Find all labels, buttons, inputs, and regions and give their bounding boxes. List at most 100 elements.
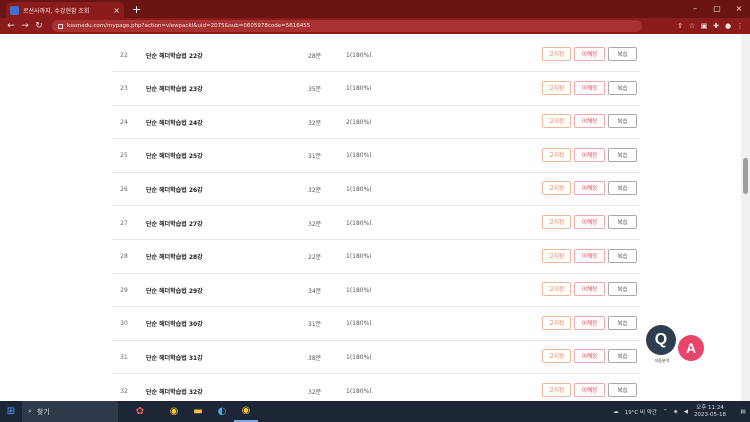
lesson-number: 32 [120, 387, 128, 395]
lesson-button-1[interactable]: 고지정 [542, 315, 571, 330]
lesson-button-2[interactable]: 이해정 [574, 181, 605, 196]
lesson-duration: 32분 [308, 186, 322, 194]
lesson-title: 단순 헤더학습법 29강 [146, 287, 203, 295]
file-explorer-icon[interactable]: ▬ [186, 401, 210, 422]
lesson-row: 24 단순 헤더학습법 24강 32분 2(180%) 고지정 이해정 복습 [112, 105, 640, 140]
lesson-title: 단순 헤더학습법 24강 [146, 119, 203, 127]
windows-start-icon[interactable]: ⊞ [0, 401, 22, 422]
lesson-button-1[interactable]: 고지정 [542, 147, 571, 162]
lesson-button-2[interactable]: 이해정 [574, 114, 605, 129]
lesson-button-1[interactable]: 고지정 [542, 349, 571, 364]
lesson-duration: 28분 [308, 52, 322, 60]
lesson-title: 단순 헤더학습법 25강 [146, 153, 203, 161]
new-tab-button[interactable]: + [132, 3, 141, 16]
lesson-button-2[interactable]: 이해정 [574, 248, 605, 263]
lesson-button-2[interactable]: 이해정 [574, 315, 605, 330]
lesson-row: 27 단순 헤더학습법 27강 32분 1(180%) 고지정 이해정 복습 [112, 206, 640, 240]
review-button[interactable]: 복습 [608, 315, 637, 330]
lesson-title: 단순 헤더학습법 22강 [146, 52, 203, 60]
lesson-row: 25 단순 헤더학습법 25강 31분 1(180%) 고지정 이해정 복습 [112, 139, 640, 173]
lesson-view-count: 2(180%) [346, 118, 372, 126]
ext-icon[interactable]: ▣ [698, 19, 710, 33]
maximize-button[interactable]: ▢ [706, 0, 728, 16]
back-arrow-icon[interactable]: ← [4, 19, 18, 33]
star-icon[interactable]: ☆ [686, 19, 698, 33]
lesson-duration: 38분 [308, 354, 322, 362]
lesson-button-2[interactable]: 이해정 [574, 383, 605, 397]
lesson-button-1[interactable]: 고지정 [542, 248, 571, 263]
lesson-number: 22 [120, 51, 128, 59]
lesson-button-2[interactable]: 이해정 [574, 47, 605, 61]
lesson-title: 단순 헤더학습법 31강 [146, 354, 203, 362]
lesson-row: 32 단순 헤더학습법 32강 32분 1(180%) 고지정 이해정 복습 [112, 374, 640, 401]
lesson-title: 단순 헤더학습법 28강 [146, 254, 203, 262]
weather-text[interactable]: 19°C 비 약간 [625, 408, 657, 416]
lesson-view-count: 1(180%) [346, 219, 372, 227]
lesson-view-count: 1(180%) [346, 387, 372, 395]
window-controls: – ▢ × [684, 0, 750, 16]
chrome-active-icon[interactable]: ◉ [234, 401, 258, 422]
profile-icon[interactable]: ● [722, 19, 734, 33]
lesson-button-1[interactable]: 고지정 [542, 383, 571, 397]
scroll-thumb[interactable] [743, 158, 748, 194]
notification-icon[interactable]: ▤ [736, 401, 750, 422]
lesson-button-1[interactable]: 고지정 [542, 181, 571, 196]
lesson-duration: 32분 [308, 388, 322, 396]
page-scrollbar[interactable] [741, 34, 750, 401]
review-button[interactable]: 복습 [608, 282, 637, 297]
close-window-button[interactable]: × [728, 0, 750, 16]
lesson-row: 28 단순 헤더학습법 28강 22분 1(180%) 고지정 이해정 복습 [112, 240, 640, 274]
lesson-duration: 22분 [308, 254, 322, 262]
lesson-number: 30 [120, 320, 128, 328]
lesson-button-1[interactable]: 고지정 [542, 47, 571, 61]
lesson-view-count: 1(180%) [346, 51, 372, 59]
lesson-button-2[interactable]: 이해정 [574, 80, 605, 95]
lesson-view-count: 1(180%) [346, 85, 372, 93]
lock-icon[interactable] [58, 23, 63, 29]
edge-icon[interactable]: ◐ [210, 401, 234, 422]
forward-arrow-icon[interactable]: → [18, 19, 32, 33]
lesson-view-count: 1(180%) [346, 152, 372, 160]
review-button[interactable]: 복습 [608, 47, 637, 61]
review-button[interactable]: 복습 [608, 147, 637, 162]
chrome-icon[interactable]: ◉ [162, 401, 186, 422]
lesson-button-1[interactable]: 고지정 [542, 80, 571, 95]
clock[interactable]: 오후 11:24 2023-05-18 [694, 405, 732, 419]
lesson-row: 22 단순 헤더학습법 22강 28분 1(180%) 고지정 이해정 복습 [112, 38, 640, 72]
review-button[interactable]: 복습 [608, 114, 637, 129]
lesson-button-2[interactable]: 이해정 [574, 215, 605, 229]
lesson-button-2[interactable]: 이해정 [574, 147, 605, 162]
menu-icon[interactable]: ⋮ [734, 19, 746, 33]
lesson-button-2[interactable]: 이해정 [574, 349, 605, 364]
review-button[interactable]: 복습 [608, 248, 637, 263]
lesson-number: 26 [120, 185, 128, 193]
weather-icon[interactable]: ☁ [613, 409, 619, 415]
qa-a-icon: A [678, 335, 704, 361]
taskbar-search-placeholder: 찾기 [36, 407, 50, 416]
share-icon[interactable]: ⇪ [674, 19, 686, 33]
browser-tab[interactable]: 르선사까지, 수강현황 조회 × [6, 2, 124, 18]
minimize-button[interactable]: – [684, 0, 706, 16]
network-icon[interactable]: ◈ [674, 409, 678, 415]
lesson-number: 25 [120, 152, 128, 160]
lesson-button-1[interactable]: 고지정 [542, 114, 571, 129]
qa-widget[interactable]: Q A 자동분석 [646, 325, 708, 373]
lesson-button-1[interactable]: 고지정 [542, 282, 571, 297]
address-bar[interactable]: kssmedu.com/mypage.php?action=viewpackl&… [52, 20, 642, 32]
review-button[interactable]: 복습 [608, 181, 637, 196]
volume-icon[interactable]: ◀ [684, 409, 688, 415]
lesson-view-count: 1(180%) [346, 320, 372, 328]
review-button[interactable]: 복습 [608, 349, 637, 364]
reload-icon[interactable]: ↻ [32, 19, 46, 33]
lesson-button-1[interactable]: 고지정 [542, 215, 571, 229]
taskbar-search[interactable]: ⌕ 찾기 [22, 401, 118, 422]
taskbar-app-widget[interactable]: ✿ [118, 401, 162, 422]
lesson-number: 28 [120, 253, 128, 261]
review-button[interactable]: 복습 [608, 80, 637, 95]
lesson-button-2[interactable]: 이해정 [574, 282, 605, 297]
review-button[interactable]: 복습 [608, 383, 637, 397]
tab-close-icon[interactable]: × [113, 6, 120, 15]
puzzle-icon[interactable]: ✚ [710, 19, 722, 33]
review-button[interactable]: 복습 [608, 215, 637, 229]
tray-arrow-icon[interactable]: ⌃ [663, 409, 668, 415]
